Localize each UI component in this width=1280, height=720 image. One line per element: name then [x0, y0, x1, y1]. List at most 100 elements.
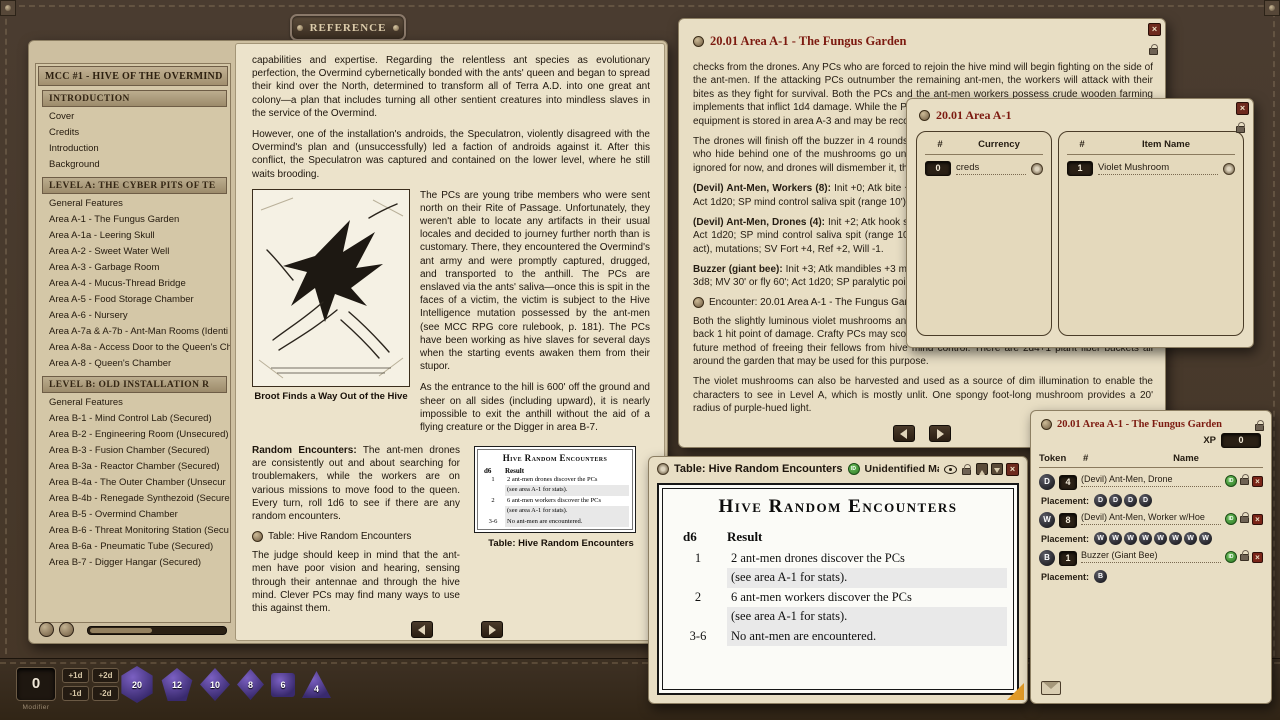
- close-icon[interactable]: [1148, 23, 1161, 36]
- sidebar-item[interactable]: Area B-4a - The Outer Chamber (Unsecur: [36, 475, 230, 491]
- currency-amount[interactable]: 0: [925, 161, 951, 176]
- placement-token[interactable]: W: [1184, 532, 1197, 545]
- radial-menu-icon[interactable]: [1041, 419, 1052, 430]
- currency-row[interactable]: 0 creds: [925, 161, 1043, 176]
- eye-icon[interactable]: [944, 465, 957, 474]
- xp-value[interactable]: 0: [1221, 433, 1261, 448]
- lock-icon[interactable]: [962, 468, 971, 475]
- placement-token[interactable]: D: [1109, 494, 1122, 507]
- radial-menu-icon[interactable]: [919, 110, 930, 121]
- d12-die[interactable]: 12: [161, 668, 193, 701]
- sidebar-item[interactable]: Area B-3 - Fusion Chamber (Secured): [36, 443, 230, 459]
- placement-token[interactable]: W: [1109, 532, 1122, 545]
- npc-count[interactable]: 4: [1059, 475, 1077, 490]
- placement-token[interactable]: W: [1094, 532, 1107, 545]
- npc-token[interactable]: D: [1039, 474, 1055, 490]
- shade-down-icon[interactable]: [991, 463, 1003, 475]
- sidebar-item[interactable]: Area A-6 - Nursery: [36, 308, 230, 324]
- npc-token[interactable]: B: [1039, 550, 1055, 566]
- currency-name[interactable]: creds: [956, 162, 1026, 175]
- sidebar-item[interactable]: Area B-7 - Digger Hangar (Secured): [36, 555, 230, 571]
- resize-grip[interactable]: [1007, 683, 1024, 700]
- item-name[interactable]: Violet Mushroom: [1098, 162, 1218, 175]
- d4-die[interactable]: 4: [302, 671, 331, 698]
- delete-icon[interactable]: [1252, 476, 1263, 487]
- lock-icon[interactable]: [1240, 516, 1249, 523]
- remove-one-die-button[interactable]: -1d: [62, 686, 89, 701]
- lock-icon[interactable]: [1255, 424, 1264, 431]
- d8-die[interactable]: 8: [237, 669, 264, 700]
- lock-icon[interactable]: [1240, 478, 1249, 485]
- reference-button[interactable]: REFERENCE: [290, 14, 406, 41]
- close-icon[interactable]: [1236, 102, 1249, 115]
- sidebar-item[interactable]: Area A-3 - Garbage Room: [36, 260, 230, 276]
- radial-menu-icon[interactable]: [693, 36, 704, 47]
- sidebar-item[interactable]: Introduction: [36, 141, 230, 157]
- npc-name[interactable]: (Devil) Ant-Men, Worker w/Hoe: [1081, 512, 1221, 525]
- sidebar-item[interactable]: General Features: [36, 196, 230, 212]
- placement-token[interactable]: W: [1169, 532, 1182, 545]
- prev-page-button[interactable]: [893, 425, 915, 442]
- sidebar-item[interactable]: Cover: [36, 109, 230, 125]
- expand-button[interactable]: [59, 622, 74, 637]
- placement-token[interactable]: D: [1139, 494, 1152, 507]
- sidebar-item[interactable]: Credits: [36, 125, 230, 141]
- lock-icon[interactable]: [1149, 48, 1158, 55]
- add-one-die-button[interactable]: +1d: [62, 668, 89, 683]
- identified-icon[interactable]: [1225, 475, 1237, 487]
- delete-icon[interactable]: [1252, 552, 1263, 563]
- npc-token[interactable]: W: [1039, 512, 1055, 528]
- sidebar-item[interactable]: Area A-5 - Food Storage Chamber: [36, 292, 230, 308]
- sidebar-item[interactable]: Area B-6 - Threat Monitoring Station (Se…: [36, 523, 230, 539]
- sidebar-item[interactable]: Area A-1a - Leering Skull: [36, 228, 230, 244]
- modifier-box[interactable]: 0: [16, 667, 56, 701]
- next-page-button[interactable]: [929, 425, 951, 442]
- sidebar-section-header[interactable]: LEVEL B: OLD INSTALLATION R: [42, 376, 227, 393]
- sidebar-item[interactable]: Area B-3a - Reactor Chamber (Secured): [36, 459, 230, 475]
- radial-menu-icon[interactable]: [1223, 163, 1235, 175]
- placement-token[interactable]: W: [1154, 532, 1167, 545]
- d20-die[interactable]: 20: [120, 666, 154, 703]
- prev-page-button[interactable]: [411, 621, 433, 638]
- sidebar-item[interactable]: Area B-1 - Mind Control Lab (Secured): [36, 411, 230, 427]
- manual-title[interactable]: MCC #1 - HIVE OF THE OVERMIND: [38, 66, 228, 86]
- add-two-dice-button[interactable]: +2d: [92, 668, 119, 683]
- placement-token[interactable]: D: [1094, 494, 1107, 507]
- delete-icon[interactable]: [1252, 514, 1263, 525]
- sidebar-item[interactable]: Area B-6a - Pneumatic Tube (Secured): [36, 539, 230, 555]
- d10-die[interactable]: 10: [200, 668, 230, 701]
- sidebar-item[interactable]: Area A-4 - Mucus-Thread Bridge: [36, 276, 230, 292]
- placement-token[interactable]: W: [1199, 532, 1212, 545]
- placement-token[interactable]: D: [1124, 494, 1137, 507]
- sidebar-item[interactable]: Area A-1 - The Fungus Garden: [36, 212, 230, 228]
- identified-icon[interactable]: [848, 463, 860, 475]
- sidebar-item[interactable]: Area B-4b - Renegade Synthezoid (Secure: [36, 491, 230, 507]
- sidebar-item[interactable]: Area A-2 - Sweet Water Well: [36, 244, 230, 260]
- horizontal-scrollbar[interactable]: [87, 626, 227, 635]
- table-link[interactable]: Table: Hive Random Encounters: [252, 531, 460, 542]
- d6-die[interactable]: 6: [271, 673, 295, 697]
- npc-name[interactable]: Buzzer (Giant Bee): [1081, 550, 1221, 563]
- shade-up-icon[interactable]: [976, 463, 988, 475]
- mail-icon[interactable]: [1041, 681, 1061, 695]
- sidebar-item[interactable]: Area A-8a - Access Door to the Queen's C…: [36, 340, 230, 356]
- remove-two-dice-button[interactable]: -2d: [92, 686, 119, 701]
- identified-icon[interactable]: [1225, 513, 1237, 525]
- item-row[interactable]: 1 Violet Mushroom: [1067, 161, 1235, 176]
- sidebar-item[interactable]: General Features: [36, 395, 230, 411]
- sidebar-section-header[interactable]: LEVEL A: THE CYBER PITS OF TE: [42, 177, 227, 194]
- table-thumbnail[interactable]: Hive Random Encounters d6Result 1 2 ant-…: [474, 446, 636, 533]
- scrollbar-thumb[interactable]: [90, 628, 152, 633]
- sidebar-item[interactable]: Area A-7a & A-7b - Ant-Man Rooms (Identi: [36, 324, 230, 340]
- sidebar-item[interactable]: Area B-5 - Overmind Chamber: [36, 507, 230, 523]
- placement-token[interactable]: B: [1094, 570, 1107, 583]
- next-page-button[interactable]: [481, 621, 503, 638]
- placement-token[interactable]: W: [1139, 532, 1152, 545]
- close-icon[interactable]: [1006, 463, 1019, 476]
- item-count[interactable]: 1: [1067, 161, 1093, 176]
- sidebar-item[interactable]: Background: [36, 157, 230, 173]
- placement-token[interactable]: W: [1124, 532, 1137, 545]
- radial-menu-icon[interactable]: [1031, 163, 1043, 175]
- sidebar-item[interactable]: Area A-8 - Queen's Chamber: [36, 356, 230, 372]
- lock-icon[interactable]: [1236, 126, 1245, 133]
